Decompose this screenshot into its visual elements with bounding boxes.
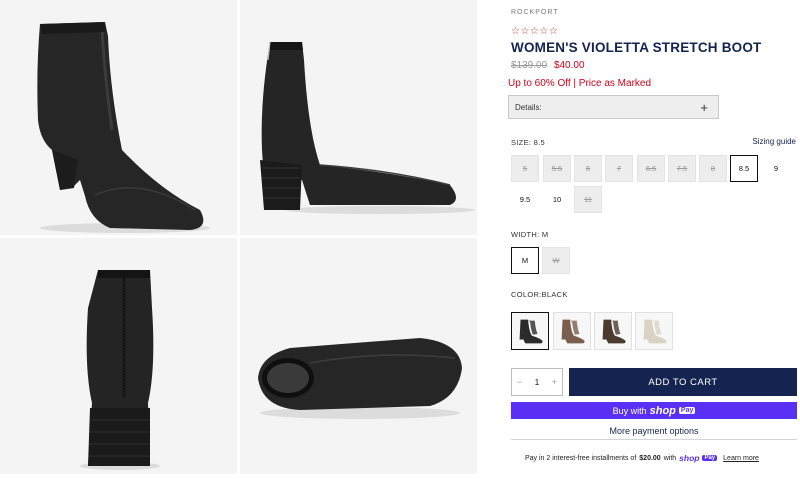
product-image-front[interactable] [0, 0, 237, 235]
qty-decrease-button[interactable]: − [517, 377, 522, 387]
size-label: SIZE: 8.5 [511, 138, 545, 147]
installments-with: with [663, 454, 677, 462]
product-info-panel: ROCKPORT ☆☆☆☆☆ WOMEN'S VIOLETTA STRETCH … [508, 0, 798, 479]
qty-value[interactable]: 1 [535, 378, 539, 387]
product-image-back[interactable] [0, 238, 237, 474]
size-option[interactable]: 6.5 [637, 155, 665, 182]
color-swatch-cream[interactable] [635, 312, 673, 350]
shop-logo-small: shop [679, 453, 700, 463]
installments-text: Pay in 2 interest-free installments of [525, 454, 637, 462]
width-label: WIDTH: M [511, 230, 549, 239]
size-option[interactable]: 11 [574, 186, 602, 213]
size-option[interactable]: 5 [511, 155, 539, 182]
sizing-guide-link[interactable]: Sizing guide [752, 137, 796, 146]
boot-thumbnail-icon [595, 313, 631, 349]
size-option[interactable]: 5.5 [543, 155, 571, 182]
details-accordion[interactable]: Details: + [508, 95, 719, 119]
color-swatch-taupe[interactable] [553, 312, 591, 350]
product-title: WOMEN'S VIOLETTA STRETCH BOOT [511, 40, 762, 55]
price-block: $139.00 $40.00 [511, 60, 585, 71]
product-image-side[interactable] [240, 0, 477, 235]
shop-pay-button[interactable]: Buy with shop Pay [511, 402, 797, 419]
size-option[interactable]: 10 [543, 186, 571, 213]
brand-name: ROCKPORT [511, 9, 559, 16]
size-option[interactable]: 8 [699, 155, 727, 182]
price-sale: $40.00 [553, 60, 585, 71]
boot-thumbnail-icon [512, 313, 548, 349]
size-option[interactable]: 9.5 [511, 186, 539, 213]
color-swatch-dark-brown[interactable] [594, 312, 632, 350]
price-original: $139.00 [511, 60, 548, 71]
width-option[interactable]: M [511, 247, 539, 274]
rating-stars[interactable]: ☆☆☆☆☆ [511, 26, 558, 37]
width-option[interactable]: W [542, 247, 570, 274]
size-option[interactable]: 8.5 [730, 155, 758, 182]
installments-message: Pay in 2 interest-free installments of $… [525, 453, 759, 463]
boot-thumbnail-icon [636, 313, 672, 349]
plus-icon: + [700, 99, 708, 115]
boot-thumbnail-icon [554, 313, 590, 349]
quantity-stepper: − 1 + [511, 368, 563, 396]
pay-badge-small: Pay [702, 455, 718, 461]
product-gallery [0, 0, 477, 479]
size-option[interactable]: 7 [605, 155, 633, 182]
pay-badge: Pay [678, 407, 696, 414]
size-option[interactable]: 7.5 [668, 155, 696, 182]
color-label: COLOR:BLACK [511, 290, 568, 299]
shop-logo: shop [649, 404, 676, 417]
size-option[interactable]: 9 [762, 155, 790, 182]
product-image-top[interactable] [240, 238, 477, 474]
details-label: Details: [515, 102, 542, 112]
shop-pay-prefix: Buy with [612, 405, 647, 416]
add-to-cart-button[interactable]: ADD TO CART [569, 368, 797, 396]
learn-more-link[interactable]: Learn more [723, 455, 759, 462]
installments-amount: $20.00 [639, 454, 661, 462]
more-payment-options-link[interactable]: More payment options [511, 426, 797, 436]
promo-message: Up to 60% Off | Price as Marked [508, 78, 652, 89]
size-option[interactable]: 6 [574, 155, 602, 182]
color-swatch-black[interactable] [511, 312, 549, 350]
divider [511, 439, 797, 440]
qty-increase-button[interactable]: + [552, 377, 557, 387]
